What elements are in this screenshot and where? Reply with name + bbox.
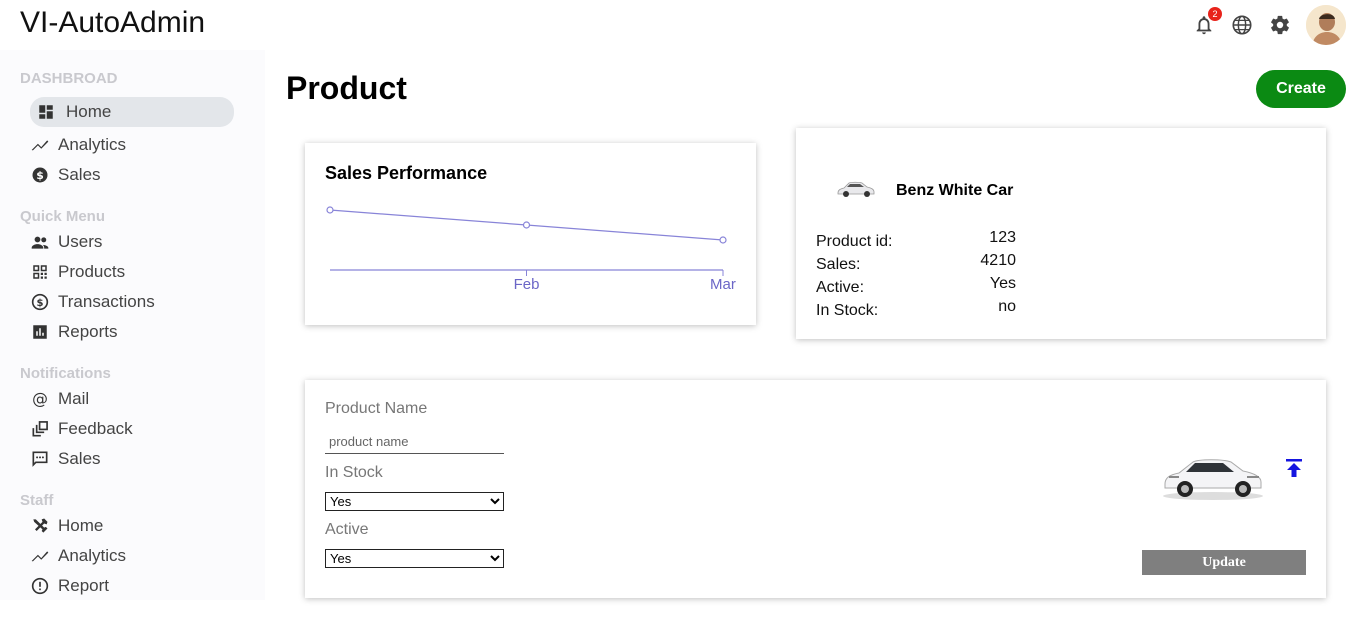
- sidebar-item-mail[interactable]: @ Mail: [30, 385, 234, 413]
- product-name-input[interactable]: [325, 430, 504, 454]
- trending-icon: [30, 135, 50, 155]
- sidebar-item-label: Sales: [58, 449, 101, 468]
- sidebar-section-staff: Staff: [20, 492, 54, 509]
- product-name: Benz White Car: [896, 181, 1014, 199]
- info-value: no: [998, 298, 1016, 315]
- sidebar-section-quick-menu: Quick Menu: [20, 208, 106, 225]
- upload-icon[interactable]: [1285, 458, 1303, 478]
- at-icon: @: [30, 389, 50, 409]
- sidebar-item-home[interactable]: Home: [30, 97, 234, 127]
- sidebar-item-label: Transactions: [58, 292, 155, 311]
- topbar-icons: 2: [1178, 5, 1346, 45]
- sidebar-item-transactions[interactable]: $ Transactions: [30, 288, 234, 316]
- dynamic-feed-icon: [30, 419, 50, 439]
- product-name-label: Product Name: [325, 400, 428, 417]
- topbar: VI-AutoAdmin 2: [0, 0, 1366, 50]
- page-title: Product: [286, 70, 407, 106]
- info-value: 123: [989, 229, 1016, 246]
- sidebar-item-staff-report[interactable]: Report: [30, 572, 234, 600]
- x-tick-label: Feb: [514, 276, 540, 293]
- svg-text:$: $: [36, 169, 44, 182]
- data-point[interactable]: [522, 221, 531, 229]
- sidebar-item-label: Analytics: [58, 135, 127, 154]
- sidebar-item-label: Users: [58, 232, 103, 251]
- sidebar-item-staff-analytics[interactable]: Analytics: [30, 542, 234, 570]
- notification-badge: 2: [1208, 7, 1222, 21]
- update-button[interactable]: Update: [1142, 550, 1306, 575]
- sidebar-section-dashboard: DASHBROAD: [20, 70, 118, 87]
- product-header: Benz White Car: [836, 176, 1013, 205]
- sidebar-item-feedback[interactable]: Feedback: [30, 415, 234, 443]
- bell-icon[interactable]: 2: [1192, 7, 1222, 37]
- sidebar-item-reports[interactable]: Reports: [30, 318, 234, 346]
- active-label: Active: [325, 521, 369, 538]
- sidebar: DASHBROAD Home Analytics $ Sales Quick M…: [0, 50, 265, 600]
- info-value: Yes: [989, 275, 1016, 292]
- info-value: 4210: [980, 252, 1016, 269]
- x-tick-label: Mar: [710, 276, 736, 293]
- sidebar-item-label: Sales: [58, 165, 101, 184]
- info-label: Product id:: [816, 233, 893, 250]
- sidebar-item-sales[interactable]: $ Sales: [30, 161, 234, 189]
- qr-grid-icon: [30, 262, 50, 282]
- data-point[interactable]: [326, 206, 334, 214]
- in-stock-label: In Stock: [325, 464, 383, 481]
- sidebar-item-label: Home: [66, 102, 112, 121]
- sidebar-item-analytics[interactable]: Analytics: [30, 131, 234, 159]
- create-button[interactable]: Create: [1256, 70, 1346, 108]
- dollar-circle-icon: $: [30, 292, 50, 312]
- info-label: Sales:: [816, 256, 861, 273]
- svg-text:$: $: [37, 298, 44, 309]
- sidebar-item-label: Feedback: [58, 419, 133, 438]
- avatar[interactable]: [1306, 5, 1346, 45]
- error-outline-icon: [30, 576, 50, 596]
- dashboard-icon: [36, 102, 56, 122]
- gear-icon[interactable]: [1268, 13, 1292, 37]
- data-point[interactable]: [719, 236, 727, 244]
- trending-icon: [30, 546, 50, 566]
- chat-icon: [30, 449, 50, 469]
- app-logo[interactable]: VI-AutoAdmin: [20, 6, 205, 40]
- sidebar-item-sales-chat[interactable]: Sales: [30, 445, 234, 473]
- sidebar-item-label: Home: [58, 516, 104, 535]
- car-image: [1161, 444, 1265, 507]
- sidebar-item-staff-home[interactable]: Home: [30, 512, 234, 540]
- sidebar-section-notifications: Notifications: [20, 365, 111, 382]
- info-label: In Stock:: [816, 302, 879, 319]
- sidebar-item-label: Report: [58, 576, 110, 595]
- product-info-card: Benz White Car Product id: 123 Sales: 42…: [796, 128, 1326, 339]
- sidebar-item-products[interactable]: Products: [30, 258, 234, 286]
- info-label: Active:: [816, 279, 865, 296]
- in-stock-select[interactable]: YesNo: [325, 492, 504, 511]
- tools-icon: [30, 516, 50, 536]
- sidebar-item-users[interactable]: Users: [30, 228, 234, 256]
- car-thumbnail: [836, 176, 876, 205]
- users-icon: [30, 232, 50, 252]
- product-edit-form: Product Name In Stock YesNo Active YesNo…: [305, 380, 1326, 598]
- sales-performance-card: Sales Performance Feb Mar: [305, 143, 756, 325]
- sidebar-item-label: Analytics: [58, 546, 127, 565]
- bar-chart-icon: [30, 322, 50, 342]
- dollar-icon: $: [30, 165, 50, 185]
- sidebar-item-label: Products: [58, 262, 126, 281]
- sidebar-item-label: Mail: [58, 389, 90, 408]
- active-select[interactable]: YesNo: [325, 549, 504, 568]
- globe-icon[interactable]: [1230, 13, 1254, 37]
- svg-text:@: @: [32, 389, 48, 408]
- sales-line-chart: Feb Mar: [326, 206, 736, 293]
- sidebar-item-label: Reports: [58, 322, 118, 341]
